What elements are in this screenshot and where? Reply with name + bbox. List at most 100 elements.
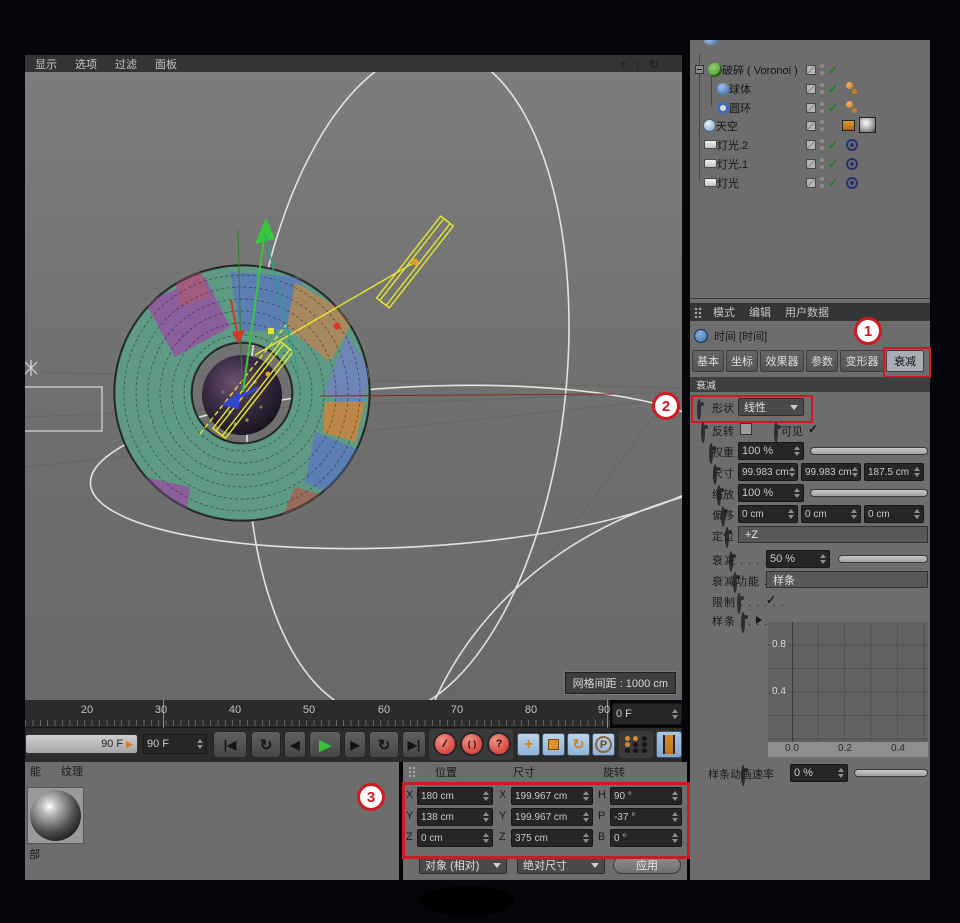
visibility-dots-icon[interactable] [820,139,824,143]
shape-dropdown[interactable]: 线性 [738,398,804,416]
tab-falloff[interactable]: 衰减 [886,350,924,372]
viewport-menu-options[interactable]: 选项 [75,56,97,72]
panel-grip-icon[interactable] [408,766,417,777]
layer-toggle-icon[interactable] [806,65,816,75]
sphere-icon[interactable] [717,83,729,95]
record-key-button[interactable]: / [433,732,457,756]
rotation-h-field[interactable]: 90 ° [610,787,682,805]
loop-button[interactable]: ↻ [369,731,399,758]
layer-toggle-icon[interactable] [806,84,816,94]
scale-field[interactable]: 100 % [738,484,804,502]
compositing-tag-icon[interactable] [842,120,855,131]
visibility-dots-icon[interactable] [820,120,824,124]
sky-material-tag-icon[interactable] [859,117,876,133]
object-label[interactable]: 灯光.2 [717,137,748,153]
tab-deformer[interactable]: 变形器 [840,350,884,372]
invert-checkbox[interactable] [740,423,752,435]
clamp-check-icon[interactable]: ✓ [766,593,776,607]
layer-toggle-icon[interactable] [806,159,816,169]
goto-start-button[interactable]: |◀ [213,731,247,758]
offset-y-field[interactable]: 0 cm [801,505,861,523]
visibility-dots-icon[interactable] [820,177,824,181]
timeline-range-slider[interactable]: 90 F ▶ [25,734,138,754]
object-row[interactable]: 灯光 ✓ [690,173,930,192]
light-icon[interactable] [704,140,717,149]
playhead-marker[interactable] [163,700,164,728]
dynamics-tag-icon[interactable] [846,82,853,89]
enabled-check-icon[interactable]: ✓ [828,82,838,96]
coord-mode-dropdown[interactable]: 对象 (相对) [419,856,507,874]
object-row[interactable]: 球体 ✓ [690,79,930,98]
keyframe-selection-button[interactable]: ? [487,732,511,756]
animation-dot-icon[interactable] [697,399,701,420]
material-menu-texture[interactable]: 纹理 [61,763,83,779]
weight-slider[interactable] [810,447,928,455]
target-tag-icon[interactable] [846,139,858,151]
object-row[interactable]: 灯光.2 ✓ [690,135,930,154]
target-tag-icon[interactable] [846,177,858,189]
position-z-field[interactable]: 0 cm [417,829,493,847]
autokey-button[interactable]: ( ) [460,732,484,756]
viewport-menu-display[interactable]: 显示 [35,56,57,72]
previous-frame-button[interactable]: ◀ [284,731,306,758]
apply-button[interactable]: 应用 [613,856,681,874]
record-scale-button[interactable] [542,733,565,756]
falloff-size-y-field[interactable]: 99.983 cm [801,463,861,481]
range-end-marker[interactable] [607,700,608,728]
spline-rate-field[interactable]: 0 % [790,764,848,782]
viewport-menu-filter[interactable]: 过滤 [115,56,137,72]
position-x-field[interactable]: 180 cm [417,787,493,805]
size-y-field[interactable]: 199.967 cm [511,808,593,826]
visibility-dots-icon[interactable] [820,102,824,106]
rotation-b-field[interactable]: 0 ° [610,829,682,847]
tab-basic[interactable]: 基本 [692,350,724,372]
goto-end-button[interactable]: ▶| [402,731,426,758]
stepper-icon[interactable] [197,739,203,749]
object-row[interactable]: 灯光.1 ✓ [690,154,930,173]
voronoi-fracture-icon[interactable] [708,63,722,77]
rotation-p-field[interactable]: -37 ° [610,808,682,826]
material-name[interactable]: 部 [29,846,40,862]
collapse-icon[interactable] [695,65,704,74]
timeline-ruler[interactable]: 20 30 40 50 60 70 80 90 [25,700,610,728]
ring-icon[interactable] [717,102,729,114]
spline-expander-icon[interactable] [756,616,762,624]
light-icon[interactable] [704,178,717,187]
falloff-slider[interactable] [838,555,928,563]
falloff-function-dropdown[interactable]: 样条 [766,571,928,588]
play-preview-button[interactable]: ↻ [251,731,281,758]
object-label[interactable]: 破碎 ( Voronoi ) [722,62,798,78]
layer-toggle-icon[interactable] [806,121,816,131]
object-label[interactable]: 灯光 [717,175,739,191]
layer-toggle-icon[interactable] [806,140,816,150]
position-y-field[interactable]: 138 cm [417,808,493,826]
next-frame-button[interactable]: ▶ [344,731,366,758]
animation-dot-icon[interactable] [774,422,778,443]
falloff-size-z-field[interactable]: 187.5 cm [864,463,924,481]
panel-grip-icon[interactable] [694,307,703,318]
filmstrip-button[interactable] [656,731,682,758]
object-label[interactable]: 天空 [716,118,738,134]
falloff-field[interactable]: 50 % [766,550,830,568]
scale-slider[interactable] [810,489,928,497]
visibility-dots-icon[interactable] [820,158,824,162]
viewport-canvas[interactable]: 网格间距 : 1000 cm [25,72,682,700]
falloff-size-x-field[interactable]: 99.983 cm [738,463,798,481]
offset-x-field[interactable]: 0 cm [738,505,798,523]
layer-toggle-icon[interactable] [806,178,816,188]
sky-icon[interactable] [703,119,716,132]
dynamics-tag-icon[interactable] [846,101,853,108]
target-tag-icon[interactable] [846,158,858,170]
object-row[interactable]: 圆环 ✓ [690,98,930,117]
offset-z-field[interactable]: 0 cm [864,505,924,523]
object-label[interactable]: 灯光.1 [717,156,748,172]
object-label[interactable]: 圆环 [729,100,751,116]
size-x-field[interactable]: 199.967 cm [511,787,593,805]
maximize-view-icon[interactable]: □ [667,57,674,71]
attr-menu-userdata[interactable]: 用户数据 [785,304,829,320]
size-z-field[interactable]: 375 cm [511,829,593,847]
record-position-button[interactable]: + [517,733,540,756]
stepper-icon[interactable] [672,709,678,719]
object-label[interactable]: 球体 [729,81,751,97]
animation-dot-icon[interactable] [701,422,705,443]
